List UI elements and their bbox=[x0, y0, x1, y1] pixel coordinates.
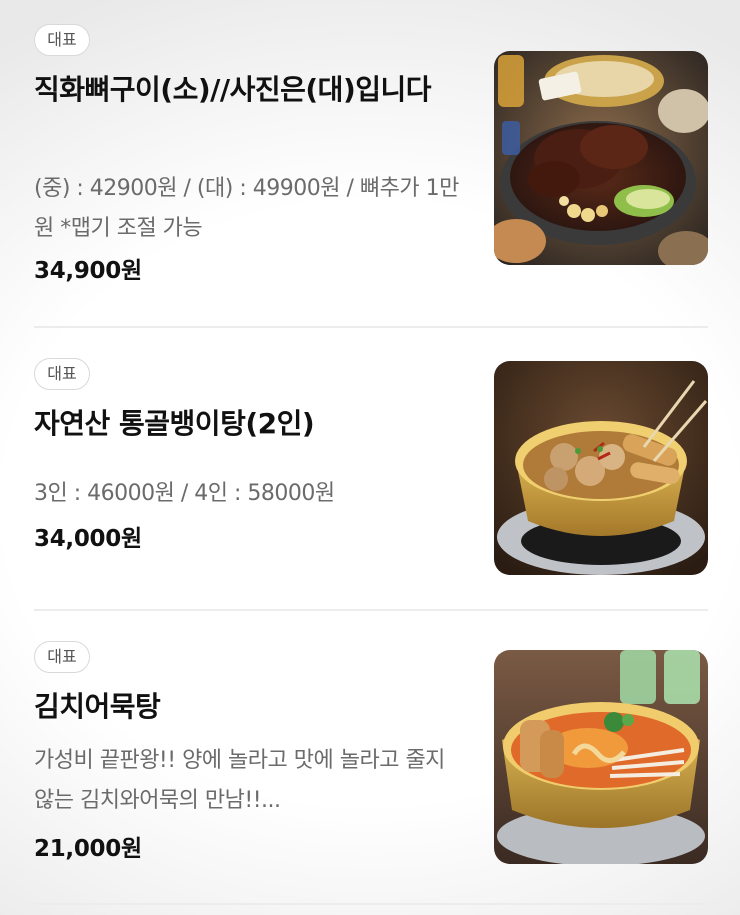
divider bbox=[34, 903, 708, 905]
whelk-stew-photo[interactable] bbox=[494, 361, 708, 575]
menu-item-price: 34,000원 bbox=[34, 526, 142, 552]
menu-item-price: 34,900원 bbox=[34, 258, 142, 284]
signature-badge: 대표 bbox=[34, 641, 90, 673]
kimchi-fishcake-stew-photo[interactable] bbox=[494, 650, 708, 864]
food-photo-illustration bbox=[494, 361, 708, 575]
menu-item[interactable]: 대표 자연산 통골뱅이탕(2인) 3인 : 46000원 / 4인 : 5800… bbox=[34, 358, 708, 610]
divider bbox=[34, 609, 708, 611]
signature-badge: 대표 bbox=[34, 358, 90, 390]
menu-item-name: 직화뼈구이(소)//사진은(대)입니다 bbox=[34, 73, 432, 106]
menu-item-price: 21,000원 bbox=[34, 836, 142, 862]
menu-item-description: (중) : 42900원 / (대) : 49900원 / 뼈추가 1만원 *맵… bbox=[34, 176, 459, 241]
food-photo-illustration bbox=[494, 51, 708, 265]
menu-item-description: 가성비 끝판왕!! 양에 놀라고 맛에 놀라고 줄지않는 김치와어묵의 만남!!… bbox=[34, 748, 445, 813]
signature-badge: 대표 bbox=[34, 24, 90, 56]
menu-item-name: 김치어묵탕 bbox=[34, 690, 161, 723]
menu-item-name: 자연산 통골뱅이탕(2인) bbox=[34, 407, 315, 440]
menu-item-description: 3인 : 46000원 / 4인 : 58000원 bbox=[34, 481, 335, 506]
divider bbox=[34, 326, 708, 328]
menu-list: 대표 직화뼈구이(소)//사진은(대)입니다 (중) : 42900원 / (대… bbox=[0, 0, 740, 915]
braised-bone-pork-photo[interactable] bbox=[494, 51, 708, 265]
menu-item[interactable]: 대표 김치어묵탕 가성비 끝판왕!! 양에 놀라고 맛에 놀라고 줄지않는 김치… bbox=[34, 641, 708, 903]
food-photo-illustration bbox=[494, 650, 708, 864]
menu-item[interactable]: 대표 직화뼈구이(소)//사진은(대)입니다 (중) : 42900원 / (대… bbox=[34, 24, 708, 328]
